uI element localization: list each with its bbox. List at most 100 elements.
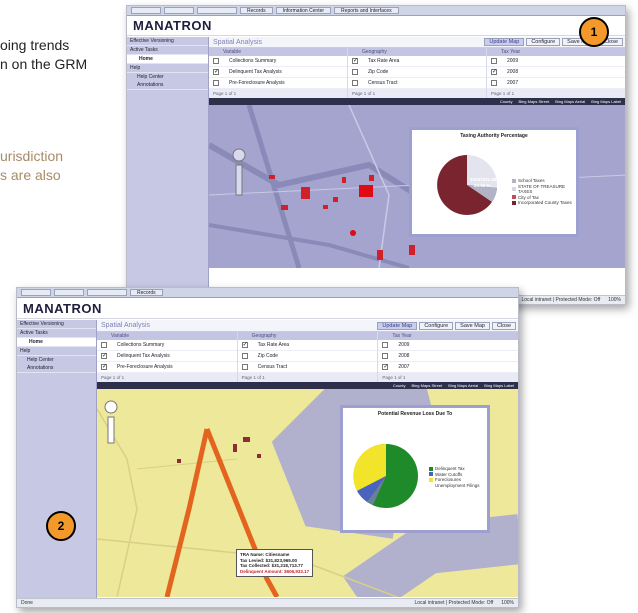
sidebar-item-active-tasks[interactable]: Active Tasks — [17, 329, 96, 338]
checkbox[interactable] — [352, 69, 358, 75]
browser-tab[interactable]: Information Center — [275, 7, 332, 14]
checkbox[interactable] — [352, 80, 358, 86]
configure-button[interactable]: Configure — [526, 38, 561, 46]
list-item[interactable]: ✓ 2007 — [378, 362, 518, 373]
item-label: Zip Code — [368, 69, 389, 75]
browser-tab[interactable] — [164, 7, 194, 14]
browser-tab[interactable] — [87, 289, 127, 296]
map-layer-aerial[interactable]: Bing Maps Aerial — [448, 383, 478, 388]
checkbox[interactable] — [382, 353, 389, 359]
configure-button[interactable]: Configure — [419, 321, 454, 330]
browser-tab[interactable] — [54, 289, 84, 296]
checkbox[interactable]: ✓ — [382, 364, 388, 370]
bg-text-line4: s are also — [0, 167, 61, 183]
list-item[interactable]: Census Tract — [237, 362, 378, 373]
list-item[interactable]: Zip Code — [348, 67, 486, 78]
browser-tab[interactable] — [131, 7, 161, 14]
sidebar-item-home[interactable]: Home — [17, 338, 96, 347]
checkbox[interactable] — [241, 353, 248, 359]
sidebar-item-help-center[interactable]: Help Center — [127, 73, 208, 81]
browser-tab[interactable] — [197, 7, 237, 14]
list-item[interactable]: ✓ Tax Rate Area — [237, 340, 378, 351]
item-label: 2007 — [507, 80, 519, 86]
update-map-button[interactable]: Update Map — [484, 38, 525, 46]
pager-page[interactable]: 1 — [503, 91, 506, 96]
checkbox[interactable] — [491, 80, 497, 86]
map-layer-county[interactable]: County — [393, 383, 406, 388]
checkbox[interactable]: ✓ — [352, 58, 358, 64]
item-label: Collections Summary — [229, 58, 277, 64]
item-label: Census Tract — [368, 80, 398, 86]
pager-page[interactable]: 1 — [394, 375, 397, 380]
sidebar-item-active-tasks[interactable]: Active Tasks — [127, 46, 208, 55]
checkbox[interactable]: ✓ — [491, 69, 497, 75]
legend-label: STATE OF TREASURE TAXES — [518, 183, 566, 195]
checkbox[interactable] — [101, 342, 107, 348]
sidebar-item-help[interactable]: Help — [17, 347, 96, 356]
slice-percent: 83.56 % — [474, 183, 491, 188]
pager-page[interactable]: 1 — [253, 375, 256, 380]
close-button[interactable]: Close — [491, 321, 516, 330]
sidebar-item-annotations[interactable]: Annotations — [127, 81, 208, 90]
browser-tab[interactable]: Records — [240, 7, 273, 14]
pager-page[interactable]: 1 — [364, 91, 367, 96]
list-item[interactable]: Census Tract — [348, 78, 486, 89]
pager: Page 1 of 1 — [348, 89, 486, 98]
list-item[interactable]: 2009 — [378, 340, 518, 351]
map-layer-street[interactable]: Bing Maps Street — [519, 99, 550, 104]
list-item[interactable]: 2008 — [378, 351, 518, 362]
checkbox[interactable] — [241, 364, 248, 370]
sidebar-item-home[interactable]: Home — [127, 55, 208, 64]
list-item[interactable]: 2009 — [487, 56, 625, 67]
legend-swatch — [429, 472, 433, 477]
list-item[interactable]: Pre-Foreclosure Analysis — [209, 78, 347, 89]
list-item[interactable]: ✓ 2008 — [487, 67, 625, 78]
checkbox[interactable]: ✓ — [241, 342, 248, 348]
status-zoom[interactable]: 100% — [501, 600, 514, 606]
map-layer-aerial[interactable]: Bing Maps Aerial — [555, 99, 585, 104]
checkbox[interactable] — [491, 58, 497, 64]
save-map-button[interactable]: Save Map — [455, 321, 490, 330]
tax-year-column: Tax Year 2009 2008 ✓ 2007 Page 1 of 1 — [378, 332, 518, 382]
browser-tab[interactable]: Records — [130, 289, 163, 296]
sidebar-item-annotations[interactable]: Annotations — [17, 364, 96, 373]
browser-tab[interactable] — [21, 289, 51, 296]
list-item[interactable]: Zip Code — [237, 351, 378, 362]
update-map-button[interactable]: Update Map — [377, 321, 418, 330]
callout-badge-1: 1 — [579, 17, 609, 47]
browser-tab-bar: Records Information Center Reports and I… — [127, 6, 625, 16]
list-item[interactable]: Collections Summary — [209, 56, 347, 67]
sidebar-item-help-center[interactable]: Help Center — [17, 356, 96, 364]
list-item[interactable]: ✓ Delinquent Tax Analysis — [209, 67, 347, 78]
list-item[interactable]: Collections Summary — [97, 340, 237, 351]
status-zoom[interactable]: 100% — [608, 297, 621, 303]
sidebar: Effective Versioning Active Tasks Home H… — [127, 37, 209, 295]
checkbox[interactable]: ✓ — [101, 364, 107, 370]
checkbox[interactable] — [382, 342, 389, 348]
sidebar-item-effective-versioning[interactable]: Effective Versioning — [127, 37, 208, 46]
list-item[interactable]: 2007 — [487, 78, 625, 89]
checkbox[interactable]: ✓ — [213, 69, 219, 75]
map-layer-county[interactable]: County — [500, 99, 513, 104]
map-layer-label[interactable]: Bing Maps Label — [484, 383, 514, 388]
map-layer-street[interactable]: Bing Maps Street — [412, 383, 443, 388]
list-item[interactable]: ✓ Delinquent Tax Analysis — [97, 351, 237, 362]
browser-tab[interactable]: Reports and Interfaces — [334, 7, 399, 14]
pager-page[interactable]: 1 — [225, 91, 228, 96]
pager-page[interactable]: 1 — [113, 375, 116, 380]
checkbox[interactable] — [213, 80, 219, 86]
list-item[interactable]: ✓ Tax Rate Area — [348, 56, 486, 67]
chart-legend: Delinquent Tax Water Cutoffs Foreclosure… — [429, 466, 480, 488]
geography-column: Geography ✓ Tax Rate Area Zip Code Census… — [237, 332, 379, 382]
checkbox[interactable]: ✓ — [101, 353, 107, 359]
checkbox[interactable] — [213, 58, 219, 64]
map-view[interactable]: Taxing Authority Percentage 19397931.58 … — [209, 105, 625, 268]
variable-header: Variable — [209, 48, 347, 56]
sidebar-item-help[interactable]: Help — [127, 64, 208, 73]
map-layer-label[interactable]: Bing Maps Label — [591, 99, 621, 104]
pager-label: Page — [352, 91, 363, 96]
sidebar-item-effective-versioning[interactable]: Effective Versioning — [17, 320, 96, 329]
list-item[interactable]: ✓ Pre-Foreclosure Analysis — [97, 362, 237, 373]
pager-of: of 1 — [506, 91, 515, 96]
map-view[interactable]: Potential Revenue Loss Due To Delinquent… — [97, 389, 518, 597]
